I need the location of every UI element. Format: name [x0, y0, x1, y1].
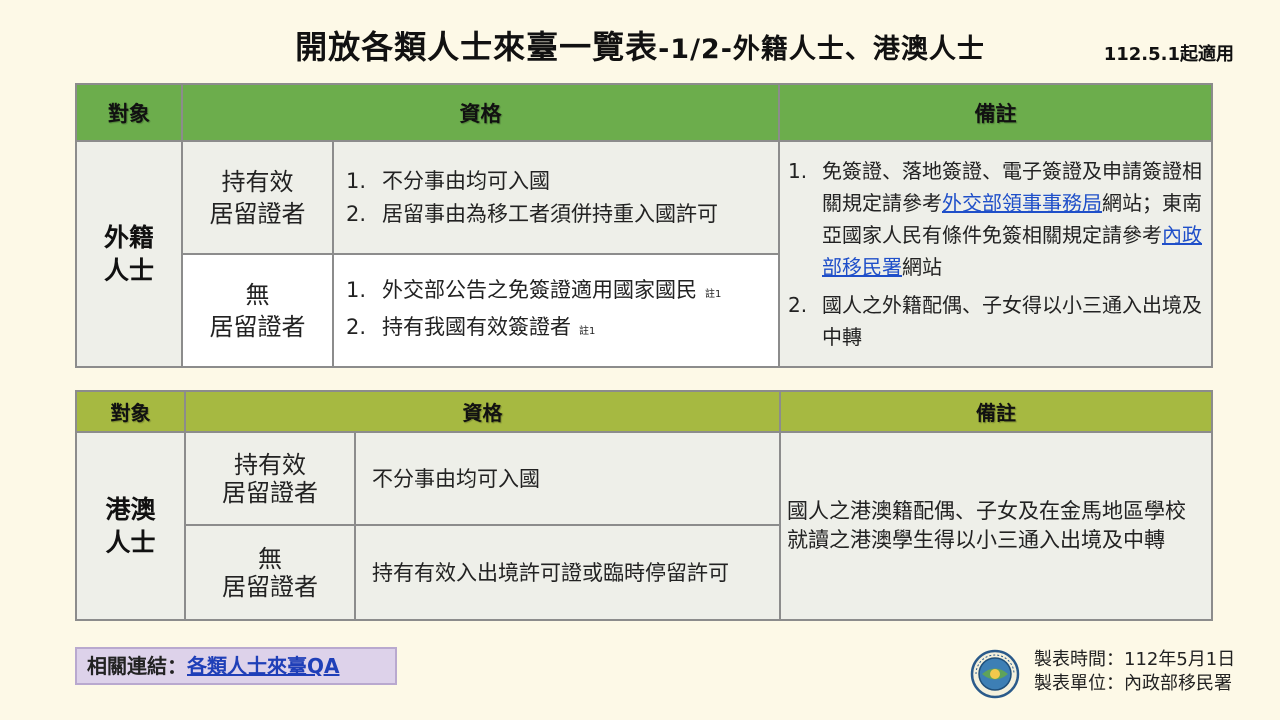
effective-date: 112.5.1起適用: [1103, 44, 1234, 65]
status-line1: 持有效: [234, 450, 306, 479]
foreign-nationals-table: 對象 資格 備註 外籍 人士 持有效 居留證者 1. 不分事由均可入國 2. 居留事…: [75, 83, 1213, 368]
related-label: 相關連結：: [87, 654, 187, 678]
subject-line2: 人士: [103, 256, 154, 285]
remarks-cell: 國人之港澳籍配偶、子女及在金馬地區學校就讀之港澳學生得以小三通入出境及中轉: [779, 431, 1213, 621]
header-eligibility: 資格: [184, 390, 781, 433]
status-line2: 居留證者: [209, 312, 306, 341]
eligibility-cell: 1. 外交部公告之免簽證適用國家國民 註1 2. 持有我國有效簽證者 註1: [332, 253, 780, 368]
made-time: 製表時間：112年5月1日: [1034, 649, 1236, 670]
hk-macao-table: 對象 資格 備註 港澳 人士 持有效 居留證者 不分事由均可入國 國人之港澳籍配…: [75, 390, 1213, 621]
footnote-mark: 註1: [705, 288, 722, 300]
eligibility-text: 不分事由均可入國: [372, 466, 540, 491]
eligibility-text: 持有有效入出境許可證或臨時停留許可: [372, 560, 729, 585]
status-cell: 無 居留證者: [181, 253, 334, 368]
remark-item: 2. 國人之外籍配偶、子女得以小三通入出境及中轉: [788, 293, 1202, 349]
subject-line2: 人士: [105, 528, 156, 557]
header-subject: 對象: [75, 390, 186, 433]
made-unit: 製表單位：內政部移民署: [1034, 673, 1232, 694]
header-subject: 對象: [75, 83, 183, 142]
related-links: 相關連結：各類人士來臺QA: [75, 647, 397, 685]
list-item: 2. 持有我國有效簽證者 註1: [346, 314, 596, 339]
eligibility-cell: 1. 不分事由均可入國 2. 居留事由為移工者須併持重入國許可: [332, 140, 780, 255]
remarks-cell: 1. 免簽證、落地簽證、電子簽證及申請簽證相關規定請參考外交部領事事務局網站；東南…: [778, 140, 1213, 368]
header-remarks: 備註: [778, 83, 1213, 142]
status-line2: 居留證者: [222, 572, 318, 601]
status-cell: 無 居留證者: [184, 524, 356, 621]
eligibility-cell: 不分事由均可入國: [354, 431, 781, 526]
title-main: 開放各類人士來臺一覽表: [295, 28, 659, 66]
credits: 製表時間：112年5月1日 製表單位：內政部移民署: [1034, 648, 1235, 696]
list-item: 1. 不分事由均可入國: [346, 168, 550, 193]
list-item: 2. 居留事由為移工者須併持重入國許可: [346, 201, 718, 226]
remark-item: 1. 免簽證、落地簽證、電子簽證及申請簽證相關規定請參考外交部領事事務局網站；東南…: [788, 159, 1202, 279]
list-item: 1. 外交部公告之免簽證適用國家國民 註1: [346, 277, 722, 302]
title-sub: -1/2-外籍人士、港澳人士: [658, 34, 985, 65]
header-remarks: 備註: [779, 390, 1213, 433]
subject-line1: 外籍: [103, 223, 154, 252]
consular-affairs-link[interactable]: 外交部領事事務局: [942, 191, 1102, 215]
header-eligibility: 資格: [181, 83, 780, 142]
immigration-agency-seal-icon: [970, 649, 1020, 699]
qa-link[interactable]: 各類人士來臺QA: [187, 654, 339, 678]
status-line2: 居留證者: [222, 478, 318, 507]
status-line2: 居留證者: [209, 199, 306, 228]
eligibility-cell: 持有有效入出境許可證或臨時停留許可: [354, 524, 781, 621]
remark-text: 國人之港澳籍配偶、子女及在金馬地區學校就讀之港澳學生得以小三通入出境及中轉: [787, 499, 1186, 552]
status-cell: 持有效 居留證者: [181, 140, 334, 255]
subject-cell: 外籍 人士: [75, 140, 183, 368]
subject-cell: 港澳 人士: [75, 431, 186, 621]
status-line1: 無: [245, 280, 270, 309]
page-title: 開放各類人士來臺一覽表-1/2-外籍人士、港澳人士: [0, 22, 1280, 68]
status-line1: 無: [258, 544, 282, 573]
status-cell: 持有效 居留證者: [184, 431, 356, 526]
status-line1: 持有效: [221, 167, 294, 196]
subject-line1: 港澳: [105, 495, 156, 524]
footnote-mark: 註1: [579, 325, 596, 337]
